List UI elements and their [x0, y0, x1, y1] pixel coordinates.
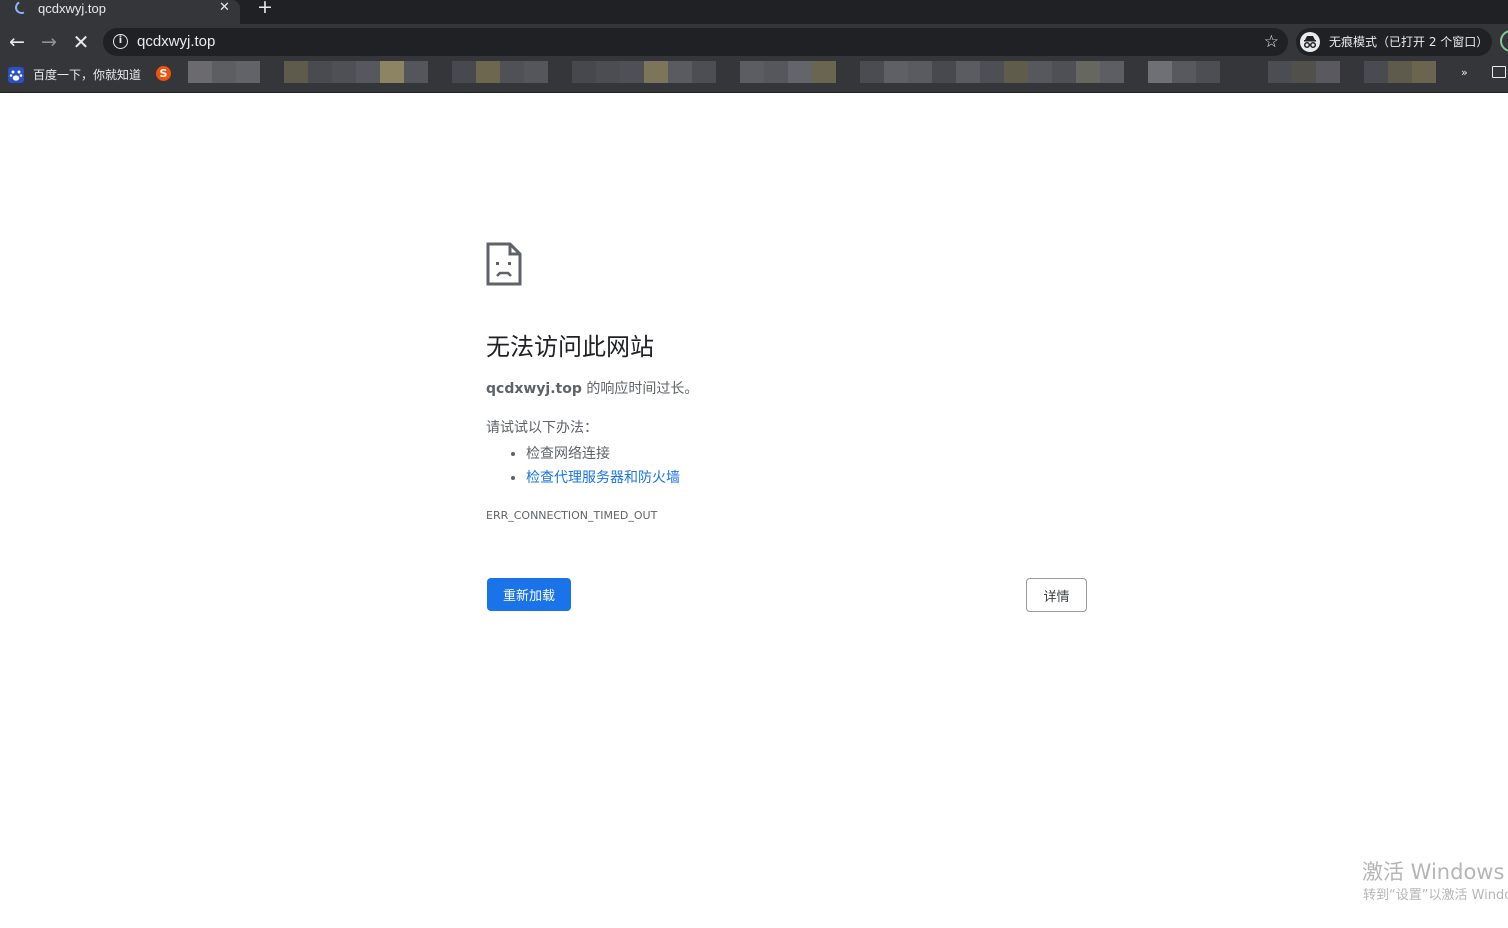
stop-loading-button[interactable]: ✕: [69, 30, 93, 54]
back-button[interactable]: ←: [5, 30, 29, 54]
error-description-text: 的响应时间过长。: [581, 381, 699, 397]
bookmarks-bar: 百度一下，你就知道 S »: [0, 60, 1508, 93]
tab-title: qcdxwyj.top: [38, 1, 106, 16]
tab-active[interactable]: qcdxwyj.top ✕: [0, 0, 240, 24]
error-description: qcdxwyj.top 的响应时间过长。: [486, 379, 698, 399]
site-info-icon[interactable]: i: [113, 34, 128, 49]
incognito-indicator[interactable]: 无痕模式（已打开 2 个窗口）: [1296, 28, 1492, 56]
profile-avatar[interactable]: [1500, 30, 1508, 52]
error-code: ERR_CONNECTION_TIMED_OUT: [486, 509, 658, 522]
incognito-glasses-icon: [1303, 36, 1317, 49]
incognito-icon: [1300, 32, 1320, 52]
address-bar[interactable]: i qcdxwyj.top ☆: [103, 28, 1288, 56]
reading-list-icon[interactable]: [1492, 66, 1506, 78]
suggestion-check-proxy[interactable]: 检查代理服务器和防火墙: [526, 466, 680, 490]
sad-page-icon: [486, 242, 522, 286]
reload-button[interactable]: 重新加载: [487, 578, 571, 611]
windows-activation-subtitle: 转到“设置”以激活 Windows。: [1363, 888, 1508, 903]
suggestions-list: 检查网络连接 检查代理服务器和防火墙: [486, 442, 680, 490]
bookmarks-overflow-button[interactable]: »: [1461, 66, 1468, 79]
s-logo-icon[interactable]: S: [156, 66, 171, 81]
tab-close-icon[interactable]: ✕: [219, 0, 230, 17]
browser-toolbar: ← → ✕ i qcdxwyj.top ☆ 无痕模式（已打开 2 个窗口）: [0, 24, 1508, 60]
bookmark-label: 百度一下，你就知道: [33, 68, 142, 82]
new-tab-button[interactable]: +: [256, 0, 274, 17]
error-title: 无法访问此网站: [486, 333, 654, 361]
suggestions-heading: 请试试以下办法：: [486, 420, 598, 436]
bookmark-star-icon[interactable]: ☆: [1264, 30, 1279, 54]
forward-button[interactable]: →: [37, 30, 61, 54]
error-host: qcdxwyj.top: [486, 381, 582, 397]
baidu-paw-icon: [8, 67, 24, 83]
tab-strip: qcdxwyj.top ✕ +: [0, 0, 1508, 24]
details-button[interactable]: 详情: [1026, 578, 1087, 612]
proxy-firewall-link[interactable]: 检查代理服务器和防火墙: [526, 470, 680, 486]
loading-spinner-icon: [13, 0, 30, 16]
windows-activation-title: 激活 Windows: [1362, 860, 1505, 884]
incognito-label: 无痕模式（已打开 2 个窗口）: [1329, 35, 1489, 49]
url-text[interactable]: qcdxwyj.top: [137, 28, 215, 56]
suggestion-check-network: 检查网络连接: [526, 442, 680, 466]
paw-glyph-icon: [9, 70, 23, 81]
